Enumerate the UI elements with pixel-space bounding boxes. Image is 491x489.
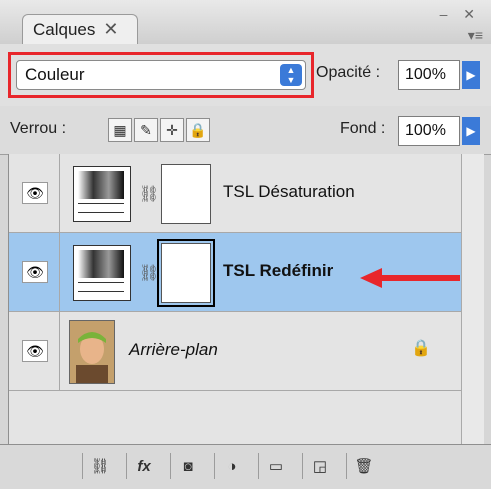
chain-link-icon[interactable]: ⛓ [139,263,159,283]
hue-saturation-adjustment-icon [73,245,131,301]
opacity-input[interactable]: 100% [398,60,460,90]
eye-icon[interactable]: 👁 [22,182,48,204]
layer-name: Arrière-plan [129,340,218,359]
layer-mask-thumbnail[interactable] [157,239,215,307]
fill-slider-arrow-icon[interactable]: ▶ [462,117,480,145]
blend-mode-highlight: Couleur ▲ ▼ [8,52,314,98]
red-arrow-annotation [360,268,460,288]
layer-row[interactable]: 👁 Arrière-plan 🔒 [9,312,461,391]
select-arrows-icon: ▲ ▼ [280,64,302,86]
panel-footer: ⛓ fx ◙ ◑ ▭ ◲ 🗑 [0,444,491,489]
lock-image-pixels-icon[interactable]: ✎ [134,118,158,142]
fx-icon[interactable]: fx [126,453,161,479]
new-adjustment-icon[interactable]: ◑ [214,453,249,479]
layers-list: 👁 ⛓ TSL Désaturation 👁 ⛓ TSL Redéfinir � [8,154,461,444]
panel-menu-icon[interactable]: ▾≡ [468,27,483,44]
panel-tabbar: Calques ✕ – ✕ ▾≡ [0,0,491,44]
opacity-slider-arrow-icon[interactable]: ▶ [462,61,480,89]
window-controls[interactable]: – ✕ [440,6,481,23]
add-mask-icon[interactable]: ◙ [170,453,205,479]
chain-link-icon[interactable]: ⛓ [139,184,159,204]
layer-name: TSL Redéfinir [223,261,334,280]
blend-row: Couleur ▲ ▼ Opacité : 100% ▶ [0,44,491,106]
lock-all-icon[interactable]: 🔒 [186,118,210,142]
eye-icon[interactable]: 👁 [22,340,48,362]
tab-calques[interactable]: Calques ✕ [22,14,138,44]
visibility-cell[interactable]: 👁 [9,233,60,311]
link-layers-icon[interactable]: ⛓ [82,453,117,479]
hue-saturation-adjustment-icon [73,166,131,222]
fill-label: Fond : [340,120,386,137]
lock-row: Verrou : ▦ ✎ ✛ 🔒 Fond : 100% ▶ [0,106,491,155]
fill-input[interactable]: 100% [398,116,460,146]
blend-mode-value: Couleur [25,65,85,84]
visibility-cell[interactable]: 👁 [9,154,60,232]
trash-icon[interactable]: 🗑 [346,453,381,479]
layer-mask-thumbnail[interactable] [161,164,211,224]
lock-label: Verrou : [10,120,67,137]
blend-mode-select[interactable]: Couleur ▲ ▼ [16,60,306,90]
lock-transparent-pixels-icon[interactable]: ▦ [108,118,132,142]
tab-label: Calques [33,19,96,39]
scrollbar[interactable] [461,154,484,444]
opacity-label: Opacité : [316,64,381,81]
new-layer-icon[interactable]: ◲ [302,453,337,479]
layer-name: TSL Désaturation [223,182,355,201]
photo-thumbnail [69,320,115,384]
layers-panel: Calques ✕ – ✕ ▾≡ Couleur ▲ ▼ Opacité : 10… [0,0,491,489]
layer-row[interactable]: 👁 ⛓ TSL Désaturation [9,154,461,233]
new-group-icon[interactable]: ▭ [258,453,293,479]
eye-icon[interactable]: 👁 [22,261,48,283]
lock-position-icon[interactable]: ✛ [160,118,184,142]
tab-close-icon[interactable]: ✕ [103,19,118,40]
visibility-cell[interactable]: 👁 [9,312,60,390]
lock-icon: 🔒 [411,340,431,357]
